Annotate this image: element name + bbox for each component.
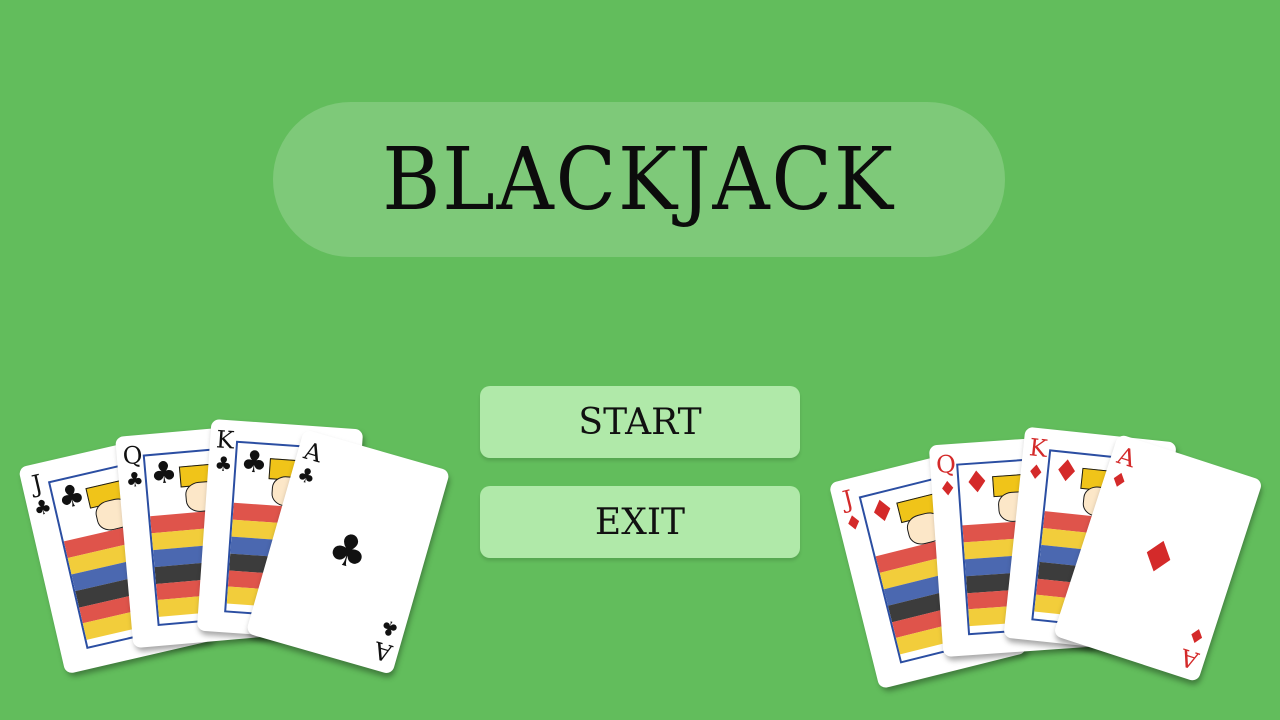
diamonds-suit-icon: ♦: [865, 491, 900, 533]
clubs-suit-icon: ♣: [124, 466, 145, 493]
card-rank: K: [215, 425, 236, 455]
card-rank: J: [839, 484, 857, 515]
card-rank: Q: [121, 440, 144, 471]
diamonds-suit-icon: ♦: [1106, 465, 1132, 495]
card-corner-index: J♣: [26, 469, 55, 522]
card-corner-index: A ♣: [370, 614, 402, 668]
start-button[interactable]: START: [480, 386, 800, 458]
card-rank: Q: [935, 449, 957, 480]
card-corner-index: K♦: [1025, 433, 1049, 485]
card-corner-index: Q♦: [935, 449, 958, 501]
diamonds-suit-icon: ♦: [962, 464, 992, 502]
card-corner-index: A ♣: [294, 437, 325, 490]
card-corner-index: K♣: [213, 425, 236, 477]
card-corner-index: Q♣: [121, 440, 146, 493]
clubs-suit-icon: ♣: [239, 444, 269, 481]
card-corner-index: A ♦: [1177, 621, 1210, 675]
clubs-suit-icon: ♣: [213, 451, 234, 477]
diamonds-suit-icon: ♦: [1051, 452, 1082, 491]
clubs-suit-icon: ♣: [31, 493, 55, 522]
card-corner-index: J♦: [836, 484, 866, 537]
diamonds-suit-icon: ♦: [1184, 621, 1210, 651]
clubs-suit-icon: ♣: [294, 461, 319, 490]
diamonds-suit-icon: ♦: [1131, 527, 1185, 588]
clubs-suit-icon: ♣: [54, 476, 89, 518]
diamonds-suit-icon: ♦: [842, 508, 866, 537]
diamonds-suit-icon: ♦: [937, 475, 958, 501]
exit-button[interactable]: EXIT: [480, 486, 800, 558]
title-banner: BLACKJACK: [273, 102, 1005, 257]
clubs-suit-icon: ♣: [322, 521, 375, 582]
diamonds-suit-icon: ♦: [1025, 459, 1046, 485]
card-rank: A: [370, 635, 396, 668]
card-rank: J: [29, 469, 46, 499]
card-rank: K: [1027, 433, 1049, 463]
clubs-suit-icon: ♣: [377, 614, 402, 643]
card-corner-index: A ♦: [1106, 441, 1139, 495]
clubs-suit-icon: ♣: [148, 454, 179, 493]
game-title: BLACKJACK: [382, 129, 896, 230]
